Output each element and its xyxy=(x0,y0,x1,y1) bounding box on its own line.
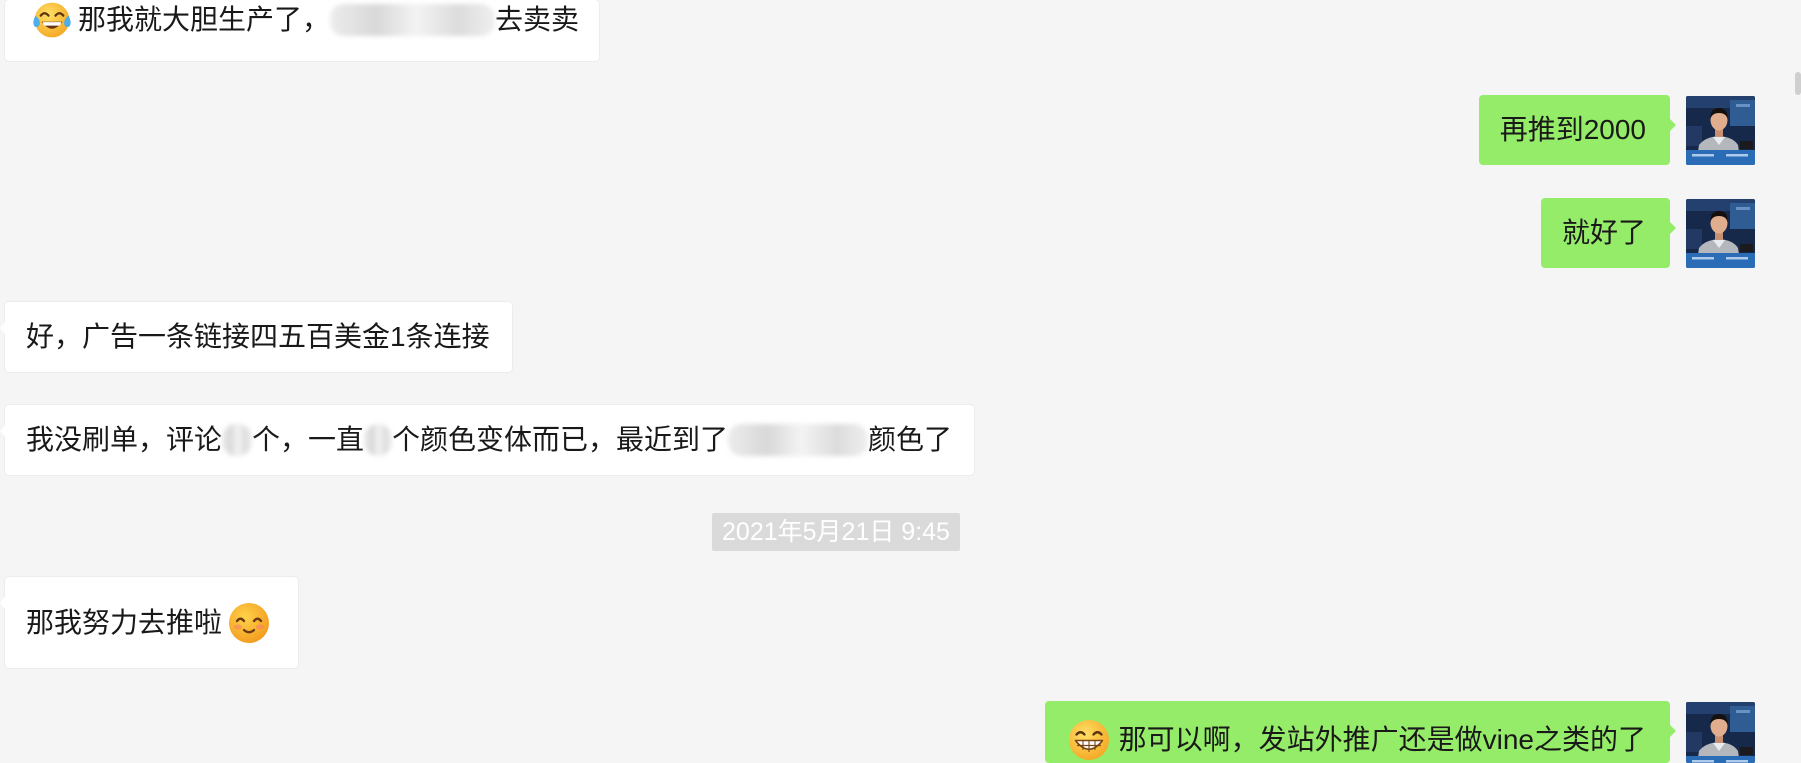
message-text: 个，一直 xyxy=(252,424,365,455)
blurred-region xyxy=(364,424,393,456)
message-text: 就好了 xyxy=(1561,217,1646,248)
received-message-bubble[interactable]: 我没刷单，评论 个，一直 个颜色变体而已，最近到了 颜色了 xyxy=(0,405,975,475)
received-message-bubble[interactable]: 那我努力去推啦 xyxy=(0,577,299,668)
user-avatar[interactable] xyxy=(1686,199,1755,268)
grinning-face-icon xyxy=(1068,720,1109,760)
sent-message-bubble[interactable]: 再推到2000 xyxy=(1478,95,1677,165)
smiling-face-with-closed-eyes-icon xyxy=(229,602,270,643)
message-text: 颜色了 xyxy=(868,424,953,455)
received-message-bubble[interactable]: 那我就大胆生产了， 去卖卖 xyxy=(5,0,600,61)
received-message-bubble[interactable]: 好，广告一条链接四五百美金1条连接 xyxy=(0,302,512,372)
message-text: 那可以啊，发站外推广还是做vine之类的了 xyxy=(1118,724,1646,755)
face-with-tears-of-joy-icon xyxy=(33,2,71,38)
avatar-photo xyxy=(1686,702,1755,763)
sent-message-bubble[interactable]: 就好了 xyxy=(1540,198,1677,268)
blurred-region xyxy=(728,424,869,456)
scrollbar-thumb[interactable] xyxy=(1795,72,1801,95)
message-timestamp: 2021年5月21日 9:45 xyxy=(712,513,960,551)
blurred-region xyxy=(222,424,253,456)
chat-message-area: 那我就大胆生产了， 去卖卖 再推到2000 就好了 好，广告一条链接四五百美金1… xyxy=(0,0,1801,763)
message-text: 那我努力去推啦 xyxy=(26,606,223,638)
sent-message-bubble[interactable]: 那可以啊，发站外推广还是做vine之类的了 xyxy=(1044,701,1677,763)
message-text: 去卖卖 xyxy=(495,4,580,35)
message-text: 再推到2000 xyxy=(1499,114,1646,145)
blurred-region xyxy=(330,4,496,36)
message-text: 个颜色变体而已，最近到了 xyxy=(392,424,729,455)
user-avatar[interactable] xyxy=(1686,96,1755,165)
user-avatar[interactable] xyxy=(1686,702,1755,763)
message-text: 好，广告一条链接四五百美金1条连接 xyxy=(26,321,490,352)
message-text: 那我就大胆生产了， xyxy=(78,4,331,35)
message-text: 我没刷单，评论 xyxy=(26,424,223,455)
avatar-photo xyxy=(1686,96,1755,165)
avatar-photo xyxy=(1686,199,1755,268)
